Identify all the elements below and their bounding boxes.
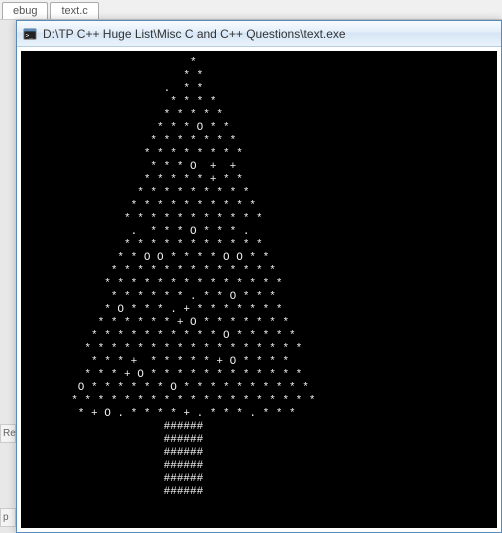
svg-text:>_: >_ — [26, 32, 34, 39]
side-panel-fragment: Re — [0, 424, 16, 443]
console-app-icon: >_ — [23, 27, 37, 41]
tab-debug[interactable]: ebug — [2, 2, 48, 19]
window-title: D:\TP C++ Huge List\Misc C and C++ Quest… — [43, 27, 346, 41]
console-window: >_ D:\TP C++ Huge List\Misc C and C++ Qu… — [16, 20, 502, 533]
editor-tab-strip: ebug text.c — [0, 0, 502, 20]
tab-label: text.c — [61, 5, 87, 17]
tab-textc[interactable]: text.c — [50, 2, 98, 19]
console-output: * * * . * * * * * * * * * * * * * * O * … — [21, 51, 497, 528]
side-panel-fragment: p — [0, 508, 16, 527]
titlebar[interactable]: >_ D:\TP C++ Huge List\Misc C and C++ Qu… — [17, 21, 501, 47]
ascii-tree: * * * . * * * * * * * * * * * * * * O * … — [25, 57, 493, 499]
tab-label: ebug — [13, 5, 37, 17]
